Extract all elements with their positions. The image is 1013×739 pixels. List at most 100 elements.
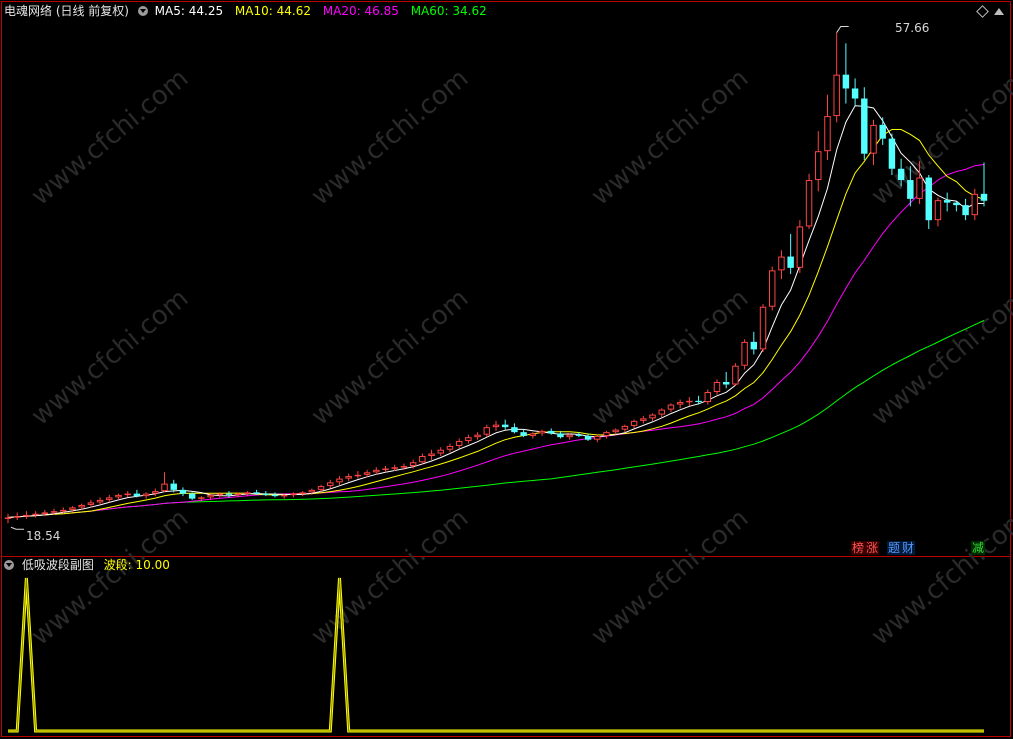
ma20-readout: MA20: 46.85 [322, 4, 399, 18]
low-marker [10, 526, 24, 530]
candle-body [455, 440, 463, 446]
candle-body [419, 455, 426, 463]
candle-body [630, 420, 638, 426]
candle-body [115, 494, 122, 498]
candle-body [888, 138, 896, 169]
candle-body [603, 432, 610, 436]
candle-body [336, 478, 343, 483]
candle-body [4, 517, 12, 519]
candle-body [916, 177, 923, 199]
chart-canvas: www.cfchi.com www.cfchi.com www.cfchi.com w… [1, 1, 1013, 737]
candle-body [13, 516, 21, 518]
main-header: 电魂网络 (日线 前复权) MA5: 44.25 MA10: 44.62 MA2… [4, 4, 487, 18]
candle-body [170, 483, 177, 490]
candle-body [686, 400, 693, 403]
candle-body [934, 200, 942, 221]
candle-body [649, 414, 656, 419]
collapse-up-icon[interactable] [994, 8, 1004, 15]
candle-body [179, 489, 187, 494]
sub-dropdown-icon[interactable] [4, 560, 14, 570]
candle-body [290, 493, 297, 496]
candle-body [879, 124, 886, 139]
watermark-text: www.cfchi.com [866, 283, 1013, 431]
candle-body [943, 200, 951, 203]
candle-body [271, 494, 279, 497]
sub-header: 低吸波段副图 波段: 10.00 [4, 558, 170, 572]
candle-body [188, 493, 196, 499]
candle-body [373, 469, 380, 473]
candle-body [548, 430, 555, 434]
candle-body [621, 425, 629, 430]
watermark-text: www.cfchi.com [26, 503, 195, 651]
candle-body [244, 492, 251, 494]
candle-body [769, 270, 776, 307]
candle-body [529, 433, 537, 436]
candle-body [409, 462, 417, 467]
tag-topic[interactable]: 题 [887, 541, 902, 555]
candle-body [907, 180, 914, 199]
ma5-readout: MA5: 44.25 [154, 4, 224, 18]
candle-body [69, 507, 76, 510]
candle-body [557, 433, 564, 438]
high-marker [836, 26, 849, 33]
candle-body [124, 493, 131, 496]
candle-body [842, 74, 850, 89]
candle-body [391, 467, 398, 469]
candle-body [520, 432, 527, 436]
candle-body [60, 509, 67, 512]
candle-body [382, 468, 389, 471]
watermark-text: www.cfchi.com [866, 63, 1013, 211]
candle-body [787, 256, 794, 268]
candle-body [750, 341, 758, 350]
candle-body [281, 494, 288, 497]
watermark-text: www.cfchi.com [586, 503, 755, 651]
candle-body [501, 424, 509, 428]
candle-body [225, 493, 233, 495]
candle-body [198, 497, 205, 499]
candle-body [345, 476, 352, 479]
candle-body [216, 493, 223, 496]
candle-body [538, 430, 546, 434]
watermark-text: www.cfchi.com [306, 63, 475, 211]
candle-body [207, 494, 214, 498]
candle-body [676, 402, 684, 405]
candle-body [41, 512, 49, 514]
candle-body [833, 74, 840, 117]
candle-body [354, 474, 362, 477]
candle-body [953, 202, 960, 206]
candle-body [142, 493, 150, 497]
candle-body [575, 434, 583, 436]
low-price-label: 18.54 [26, 529, 61, 543]
window-controls [976, 5, 1007, 18]
candle-body [796, 226, 804, 268]
candle-body [474, 434, 481, 438]
candle-body [50, 511, 58, 513]
candle-body [96, 499, 104, 503]
diamond-icon[interactable] [976, 5, 989, 18]
candle-body [667, 404, 675, 410]
candle-body [805, 180, 813, 227]
tag-rise[interactable]: 涨 [865, 541, 880, 555]
candle-body [308, 489, 316, 493]
dropdown-arrow-icon[interactable] [137, 6, 148, 16]
candle-body [658, 409, 665, 415]
candle-body [106, 497, 113, 500]
watermark-text: www.cfchi.com [586, 63, 755, 211]
tag-finance[interactable]: 财 [901, 541, 916, 555]
candle-body [695, 400, 702, 403]
tag-list[interactable]: 榜 [851, 541, 866, 555]
ma60-readout: MA60: 34.62 [410, 4, 487, 18]
band-readout: 波段: 10.00 [103, 558, 170, 572]
band-line-inner [8, 577, 984, 732]
candle-body [971, 193, 979, 216]
watermark-text: www.cfchi.com [306, 283, 475, 431]
candle-body [851, 88, 859, 99]
watermark-text: www.cfchi.com [26, 63, 195, 211]
candle-body [465, 437, 472, 441]
candle-body [87, 502, 95, 505]
candle-body [962, 205, 969, 216]
tag-reduce[interactable]: 减 [971, 541, 986, 555]
candle-body [824, 116, 831, 152]
high-price-label: 57.66 [895, 21, 930, 35]
watermark-text: www.cfchi.com [866, 503, 1013, 651]
